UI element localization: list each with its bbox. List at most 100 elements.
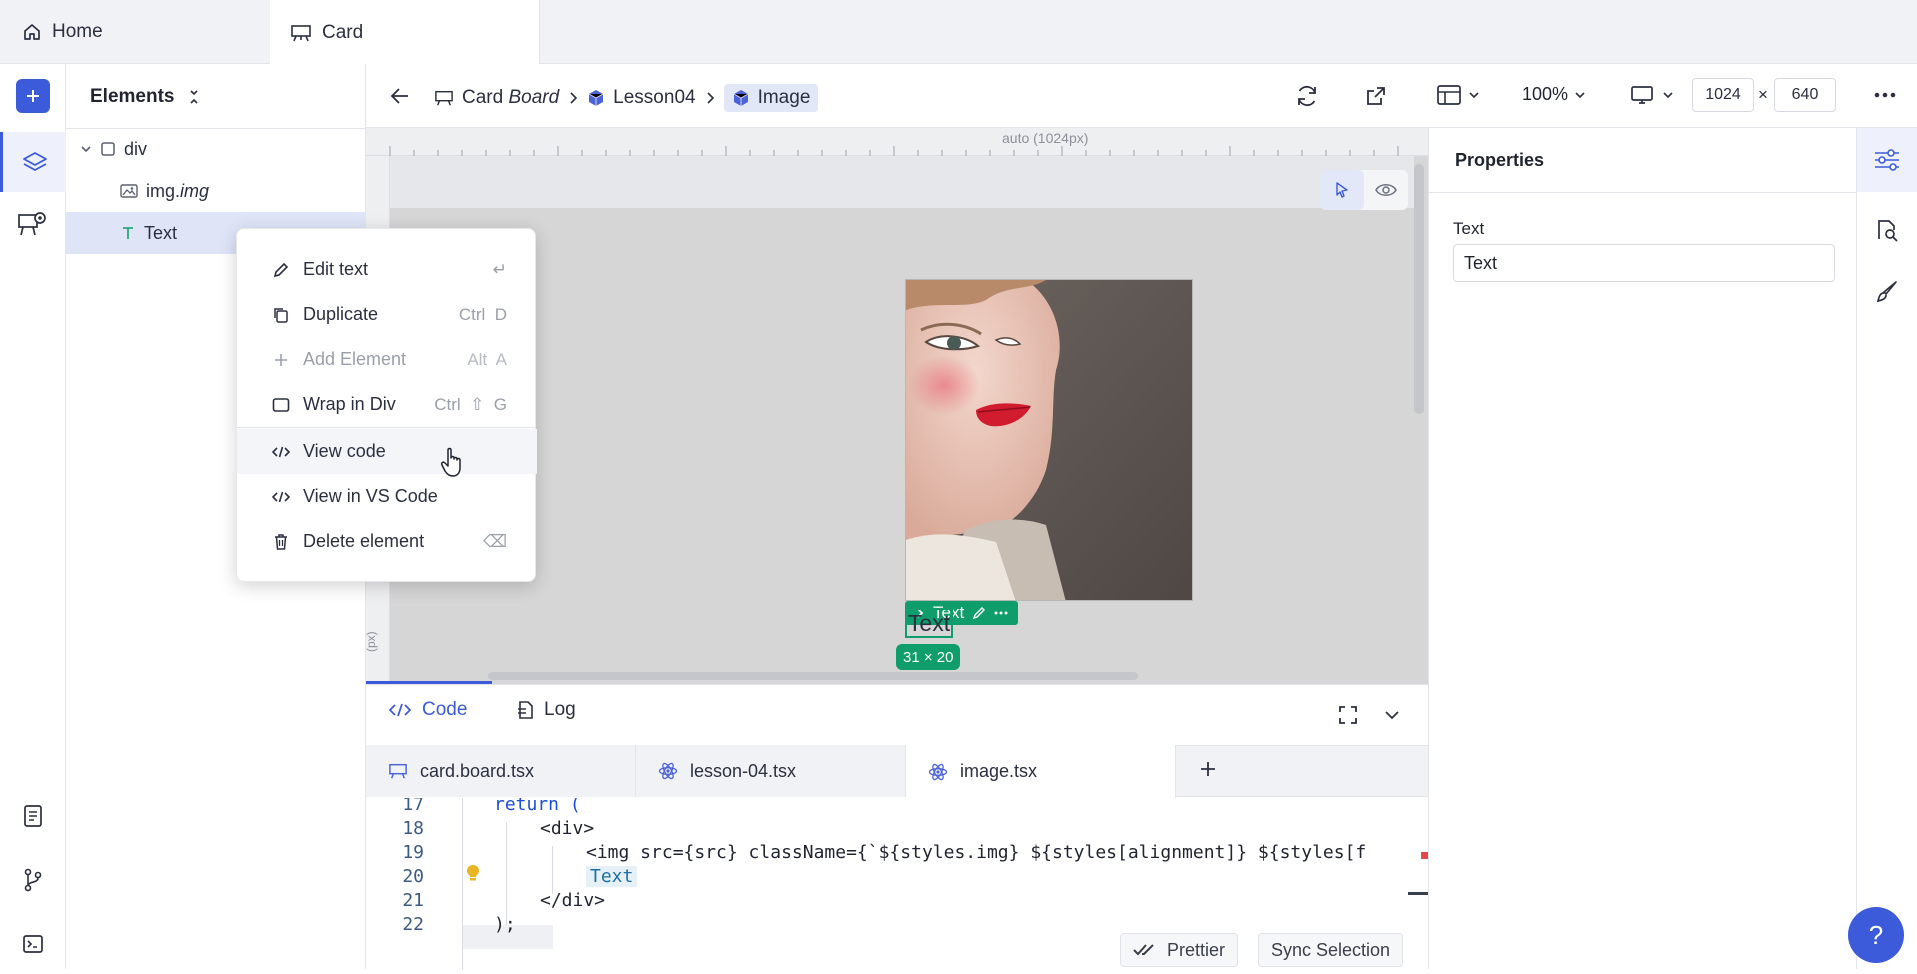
minimap-marker: [1408, 892, 1428, 895]
tree-item-label: div: [124, 138, 148, 159]
help-label: ?: [1868, 919, 1884, 950]
react-icon: [658, 761, 678, 781]
size-badge: 31 × 20: [896, 644, 961, 670]
breadcrumb-item-label: Image: [757, 87, 811, 108]
inspect-tab-button[interactable]: [1857, 204, 1917, 256]
gear-board-icon: [17, 209, 49, 239]
git-branch-icon: [22, 867, 44, 893]
add-button[interactable]: [0, 66, 66, 126]
properties-tab-button[interactable]: [1857, 128, 1917, 192]
style-tab-button[interactable]: [1857, 266, 1917, 318]
image-icon: [120, 183, 138, 199]
open-external-button[interactable]: [1364, 84, 1388, 108]
more-horizontal-icon[interactable]: [994, 611, 1008, 615]
context-menu: Edit text ↵ Duplicate Ctrl D Add Element…: [236, 228, 537, 582]
device-dropdown[interactable]: [1630, 84, 1674, 106]
hand-cursor-icon: [440, 446, 466, 478]
file-tab-label: lesson-04.tsx: [690, 760, 797, 781]
layers-button[interactable]: [0, 132, 66, 192]
breadcrumb: Card Board Lesson04 Image: [434, 84, 819, 112]
tree-item-div[interactable]: div: [66, 128, 365, 170]
select-mode-button[interactable]: [1320, 170, 1364, 210]
plus-icon: [271, 350, 291, 370]
menu-item-edit-text[interactable]: Edit text ↵: [237, 247, 537, 292]
tab-home-label: Home: [52, 21, 103, 42]
viewport-width-input[interactable]: 1024: [1692, 78, 1754, 112]
chevron-down-icon: [1468, 89, 1480, 101]
tab-home[interactable]: Home: [0, 0, 270, 64]
menu-item-view-vscode[interactable]: View in VS Code: [237, 474, 537, 519]
app-tab-bar: Home Card: [0, 0, 1917, 65]
react-icon: [928, 762, 948, 782]
code-icon: [388, 702, 412, 718]
terminal-button[interactable]: [0, 914, 66, 974]
chevron-down-icon: [1662, 89, 1674, 101]
square-icon: [271, 395, 291, 415]
prettier-button[interactable]: Prettier: [1120, 933, 1239, 967]
board-settings-button[interactable]: [0, 194, 66, 254]
horizontal-ruler: auto (1024px): [366, 128, 1428, 156]
file-tab-image[interactable]: image.tsx: [906, 745, 1176, 798]
help-button[interactable]: ?: [1848, 907, 1904, 963]
plus-icon: [1198, 759, 1218, 779]
chevron-down-icon[interactable]: [80, 143, 92, 155]
menu-item-view-code[interactable]: View code: [237, 429, 537, 474]
lightbulb-icon[interactable]: [466, 864, 480, 882]
back-button[interactable]: [388, 84, 412, 108]
refresh-button[interactable]: [1294, 83, 1320, 109]
layers-icon: [21, 150, 49, 174]
portrait-image[interactable]: [905, 279, 1193, 601]
breadcrumb-item-board[interactable]: Card Board: [462, 87, 559, 109]
tab-card-label: Card: [322, 21, 364, 43]
properties-panel: Properties Text Text: [1428, 128, 1856, 969]
viewport-height-input[interactable]: 640: [1774, 78, 1836, 112]
elements-title: Elements: [90, 86, 175, 107]
pencil-icon[interactable]: [972, 606, 986, 620]
menu-item-delete[interactable]: Delete element ⌫: [237, 519, 537, 564]
horizontal-scrollbar[interactable]: [488, 672, 1138, 680]
layout-dropdown[interactable]: [1436, 84, 1480, 106]
git-button[interactable]: [0, 850, 66, 910]
chevron-right-icon: [704, 91, 716, 105]
code-tab[interactable]: Code: [388, 699, 467, 721]
component-icon: [732, 89, 750, 107]
log-tab[interactable]: Log: [516, 699, 576, 721]
text-field-input[interactable]: Text: [1453, 244, 1835, 282]
chevron-down-icon: [1574, 89, 1586, 101]
zoom-value: 100%: [1522, 84, 1569, 104]
zoom-dropdown[interactable]: 100%: [1522, 84, 1586, 105]
canvas-top-strip: [390, 156, 1414, 208]
search-document-icon: [1874, 217, 1900, 243]
eye-icon: [1375, 182, 1397, 198]
chevron-right-icon: [567, 91, 579, 105]
document-button[interactable]: [0, 786, 66, 846]
vertical-scrollbar[interactable]: [1414, 164, 1424, 414]
sliders-icon: [1873, 148, 1901, 172]
menu-item-duplicate[interactable]: Duplicate Ctrl D: [237, 292, 537, 337]
preview-mode-button[interactable]: [1364, 170, 1408, 210]
code-icon: [271, 487, 291, 507]
file-tab-card-board[interactable]: card.board.tsx: [366, 745, 636, 797]
new-file-tab-button[interactable]: [1198, 759, 1218, 779]
more-horizontal-icon: [1874, 92, 1896, 98]
tree-item-img[interactable]: img.img: [66, 170, 365, 212]
breadcrumb-item-lesson[interactable]: Lesson04: [613, 87, 695, 109]
selected-text-node[interactable]: Text: [905, 608, 953, 638]
menu-item-wrap-in-div[interactable]: Wrap in Div Ctrl ⇧ G: [237, 382, 537, 427]
fullscreen-icon: [1338, 705, 1358, 725]
menu-item-add-element[interactable]: Add Element Alt A: [237, 337, 537, 382]
div-icon: [100, 141, 116, 157]
sync-selection-button[interactable]: Sync Selection: [1258, 933, 1404, 967]
tab-card[interactable]: Card: [270, 0, 540, 65]
breadcrumb-item-image[interactable]: Image: [723, 84, 819, 112]
file-tab-lesson[interactable]: lesson-04.tsx: [636, 745, 906, 797]
editor-toolbar: Card Board Lesson04 Image 100% 1024 × 64…: [366, 64, 1917, 128]
more-button[interactable]: [1874, 92, 1896, 98]
monitor-icon: [1630, 84, 1654, 106]
text-type-icon: [120, 225, 136, 241]
file-tab-label: card.board.tsx: [420, 760, 535, 781]
collapse-panel-button[interactable]: [1384, 709, 1400, 721]
fullscreen-button[interactable]: [1338, 705, 1358, 725]
terminal-icon: [22, 934, 44, 954]
collapse-icon[interactable]: [188, 88, 200, 106]
